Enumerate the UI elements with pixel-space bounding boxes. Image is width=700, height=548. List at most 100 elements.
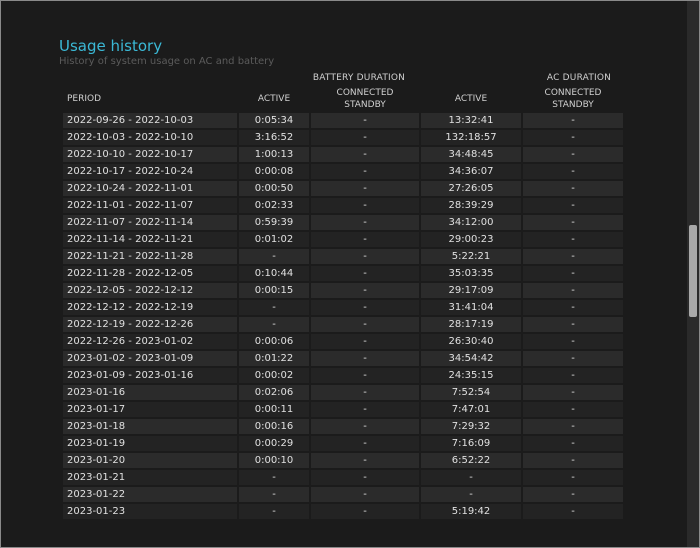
ac-active-cell: 5:19:42 bbox=[421, 504, 521, 519]
battery-active-cell: - bbox=[239, 487, 309, 502]
period-cell: 2022-10-03 - 2022-10-10 bbox=[63, 130, 237, 145]
battery-active-cell: 0:02:33 bbox=[239, 198, 309, 213]
ac-active-cell: 7:47:01 bbox=[421, 402, 521, 417]
battery-active-cell: 0:00:10 bbox=[239, 453, 309, 468]
table-row: 2023-01-23- -5:19:42- bbox=[63, 504, 623, 519]
battery-standby-cell: - bbox=[311, 147, 419, 162]
period-cell: 2022-11-21 - 2022-11-28 bbox=[63, 249, 237, 264]
ac-standby-cell: - bbox=[523, 113, 623, 128]
battery-active-cell: 0:01:22 bbox=[239, 351, 309, 366]
ac-duration-group-header: AC DURATION bbox=[546, 73, 612, 83]
ac-active-cell: 28:39:29 bbox=[421, 198, 521, 213]
ac-standby-cell: - bbox=[523, 385, 623, 400]
period-cell: 2023-01-19 bbox=[63, 436, 237, 451]
battery-active-cell: 0:00:15 bbox=[239, 283, 309, 298]
battery-standby-cell: - bbox=[311, 300, 419, 315]
period-cell: 2022-10-24 - 2022-11-01 bbox=[63, 181, 237, 196]
ac-active-cell: 34:36:07 bbox=[421, 164, 521, 179]
battery-standby-cell: - bbox=[311, 249, 419, 264]
ac-standby-cell: - bbox=[523, 266, 623, 281]
table-row: 2022-11-01 - 2022-11-07 0:02:33-28:39:29- bbox=[63, 198, 623, 213]
column-group-headers: BATTERY DURATION AC DURATION bbox=[59, 71, 651, 85]
table-row: 2023-01-22- - - - bbox=[63, 487, 623, 502]
period-cell: 2022-12-05 - 2022-12-12 bbox=[63, 283, 237, 298]
ac-active-cell: 29:17:09 bbox=[421, 283, 521, 298]
battery-standby-cell: - bbox=[311, 419, 419, 434]
period-cell: 2022-10-10 - 2022-10-17 bbox=[63, 147, 237, 162]
table-row: 2023-01-17 0:00:11-7:47:01- bbox=[63, 402, 623, 417]
ac-active-cell: - bbox=[421, 470, 521, 485]
ac-standby-cell: - bbox=[523, 504, 623, 519]
ac-standby-cell: - bbox=[523, 181, 623, 196]
ac-standby-cell: - bbox=[523, 249, 623, 264]
period-cell: 2023-01-20 bbox=[63, 453, 237, 468]
ac-standby-cell: - bbox=[523, 334, 623, 349]
period-column-header: PERIOD bbox=[67, 94, 102, 104]
table-row: 2023-01-19 0:00:29-7:16:09- bbox=[63, 436, 623, 451]
battery-active-cell: 0:00:50 bbox=[239, 181, 309, 196]
vertical-scrollbar[interactable] bbox=[687, 1, 699, 547]
period-cell: 2022-12-19 - 2022-12-26 bbox=[63, 317, 237, 332]
battery-active-cell: 0:02:06 bbox=[239, 385, 309, 400]
battery-standby-cell: - bbox=[311, 266, 419, 281]
ac-standby-cell: - bbox=[523, 487, 623, 502]
battery-active-cell: 0:01:02 bbox=[239, 232, 309, 247]
table-header-row: PERIOD ACTIVE CONNECTED STANDBY ACTIVE C… bbox=[63, 87, 623, 111]
period-cell: 2022-11-28 - 2022-12-05 bbox=[63, 266, 237, 281]
battery-active-cell: - bbox=[239, 249, 309, 264]
table-row: 2022-11-28 - 2022-12-05 0:10:44-35:03:35- bbox=[63, 266, 623, 281]
ac-standby-cell: - bbox=[523, 283, 623, 298]
ac-standby-cell: - bbox=[523, 232, 623, 247]
period-cell: 2023-01-21 bbox=[63, 470, 237, 485]
battery-active-cell: - bbox=[239, 300, 309, 315]
table-row: 2023-01-21- - - - bbox=[63, 470, 623, 485]
period-cell: 2023-01-18 bbox=[63, 419, 237, 434]
table-body: 2022-09-26 - 2022-10-03 0:05:34-13:32:41-… bbox=[63, 113, 623, 519]
section-title: Usage history bbox=[59, 37, 163, 55]
period-cell: 2022-10-17 - 2022-10-24 bbox=[63, 164, 237, 179]
battery-standby-column-header: CONNECTED STANDBY bbox=[336, 88, 394, 110]
ac-active-cell: 27:26:05 bbox=[421, 181, 521, 196]
battery-standby-cell: - bbox=[311, 232, 419, 247]
ac-active-cell: 34:54:42 bbox=[421, 351, 521, 366]
battery-active-cell: 0:59:39 bbox=[239, 215, 309, 230]
table-row: 2023-01-02 - 2023-01-09 0:01:22-34:54:42- bbox=[63, 351, 623, 366]
battery-active-cell: 0:05:34 bbox=[239, 113, 309, 128]
period-cell: 2022-11-14 - 2022-11-21 bbox=[63, 232, 237, 247]
battery-duration-group-header: BATTERY DURATION bbox=[312, 73, 406, 83]
ac-active-cell: 34:48:45 bbox=[421, 147, 521, 162]
ac-standby-cell: - bbox=[523, 351, 623, 366]
table-row: 2023-01-09 - 2023-01-16 0:00:02-24:35:15- bbox=[63, 368, 623, 383]
ac-active-cell: 5:22:21 bbox=[421, 249, 521, 264]
battery-active-cell: - bbox=[239, 504, 309, 519]
battery-standby-cell: - bbox=[311, 402, 419, 417]
table-row: 2022-12-12 - 2022-12-19- -31:41:04- bbox=[63, 300, 623, 315]
battery-active-cell: 0:00:02 bbox=[239, 368, 309, 383]
ac-standby-cell: - bbox=[523, 402, 623, 417]
ac-active-cell: 24:35:15 bbox=[421, 368, 521, 383]
ac-active-cell: 7:52:54 bbox=[421, 385, 521, 400]
battery-standby-cell: - bbox=[311, 130, 419, 145]
ac-active-cell: 132:18:57 bbox=[421, 130, 521, 145]
period-cell: 2022-11-07 - 2022-11-14 bbox=[63, 215, 237, 230]
table-row: 2022-10-24 - 2022-11-01 0:00:50-27:26:05- bbox=[63, 181, 623, 196]
ac-standby-cell: - bbox=[523, 147, 623, 162]
battery-standby-cell: - bbox=[311, 164, 419, 179]
period-cell: 2022-11-01 - 2022-11-07 bbox=[63, 198, 237, 213]
period-cell: 2023-01-16 bbox=[63, 385, 237, 400]
ac-standby-column-header: CONNECTED STANDBY bbox=[544, 88, 602, 110]
battery-standby-cell: - bbox=[311, 181, 419, 196]
ac-active-cell: - bbox=[421, 487, 521, 502]
scrollbar-thumb[interactable] bbox=[689, 225, 697, 317]
ac-active-cell: 31:41:04 bbox=[421, 300, 521, 315]
table-row: 2022-11-14 - 2022-11-21 0:01:02-29:00:23- bbox=[63, 232, 623, 247]
ac-active-cell: 7:29:32 bbox=[421, 419, 521, 434]
table-row: 2022-09-26 - 2022-10-03 0:05:34-13:32:41- bbox=[63, 113, 623, 128]
battery-active-cell: - bbox=[239, 470, 309, 485]
usage-history-section: Usage history History of system usage on… bbox=[59, 37, 651, 521]
battery-standby-cell: - bbox=[311, 198, 419, 213]
table-row: 2022-11-07 - 2022-11-14 0:59:39-34:12:00- bbox=[63, 215, 623, 230]
period-cell: 2023-01-02 - 2023-01-09 bbox=[63, 351, 237, 366]
battery-standby-cell: - bbox=[311, 334, 419, 349]
report-window: Usage history History of system usage on… bbox=[0, 0, 700, 548]
